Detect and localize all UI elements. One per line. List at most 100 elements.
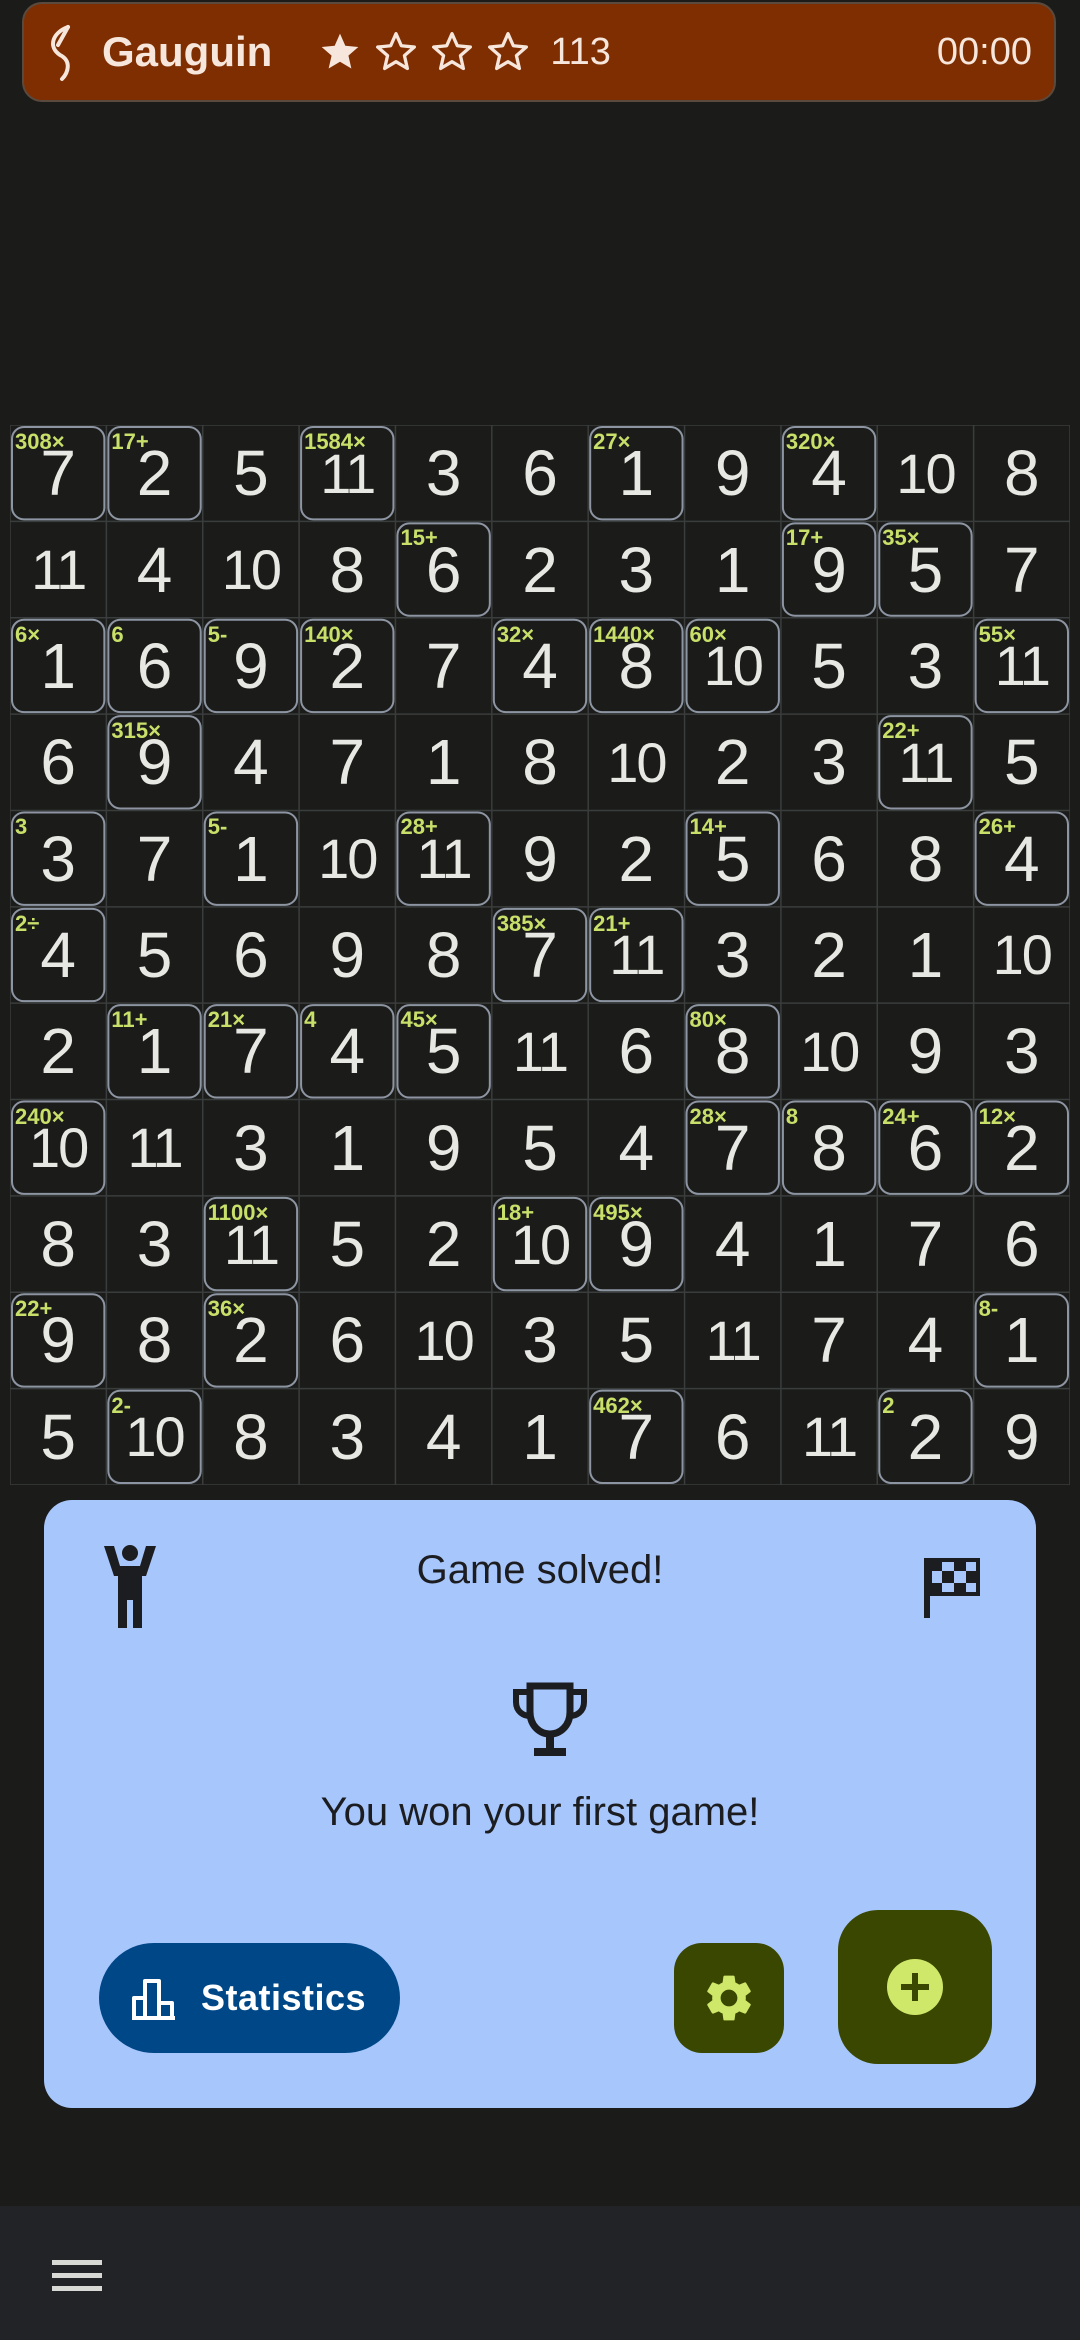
grid-cell[interactable]: 5 — [781, 618, 877, 714]
grid-cell[interactable]: 8 — [10, 1196, 106, 1292]
grid-cell[interactable]: 4 — [877, 1292, 973, 1388]
grid-cell[interactable]: 4 — [106, 521, 202, 617]
grid-cell[interactable]: 11 — [10, 521, 106, 617]
grid-cell[interactable]: 3 — [203, 1100, 299, 1196]
grid-cell[interactable]: 3 — [685, 907, 781, 1003]
cell-value: 10 — [992, 923, 1053, 987]
grid-cell[interactable]: 6 — [10, 714, 106, 810]
grid-cell[interactable]: 8 — [395, 907, 491, 1003]
grid-cell[interactable]: 2 — [395, 1196, 491, 1292]
grid-cell[interactable]: 2 — [10, 1003, 106, 1099]
grid-cell[interactable]: 3 — [781, 714, 877, 810]
cage-label: 462× — [593, 1392, 643, 1418]
grid-cell[interactable]: 3 — [395, 425, 491, 521]
cell-value: 1 — [329, 1111, 366, 1184]
grid-cell[interactable]: 4 — [395, 1389, 491, 1485]
grid-cell[interactable]: 1 — [299, 1100, 395, 1196]
grid-cell[interactable]: 10 — [877, 425, 973, 521]
grid-cell[interactable]: 10 — [974, 907, 1070, 1003]
cell-value: 10 — [607, 730, 667, 794]
cage-label: 28× — [689, 1103, 727, 1129]
grid-cell[interactable]: 3 — [492, 1292, 588, 1388]
grid-cell[interactable]: 8 — [203, 1389, 299, 1485]
grid-cell[interactable]: 3 — [877, 618, 973, 714]
grid-cell[interactable]: 10 — [781, 1003, 877, 1099]
grid-cell[interactable]: 1 — [492, 1389, 588, 1485]
grid-cell[interactable]: 3 — [588, 521, 684, 617]
new-game-button[interactable] — [838, 1910, 992, 2064]
grid-cell[interactable]: 5 — [106, 907, 202, 1003]
cell-value: 4 — [714, 1208, 751, 1281]
cell-value: 10 — [414, 1308, 474, 1372]
grid-cell[interactable]: 11 — [106, 1100, 202, 1196]
grid-cell[interactable]: 2 — [588, 810, 684, 906]
grid-cell[interactable]: 6 — [588, 1003, 684, 1099]
grid-cell[interactable]: 8 — [877, 810, 973, 906]
grid-cell[interactable]: 8 — [974, 425, 1070, 521]
hamburger-menu-icon[interactable] — [50, 2256, 104, 2296]
grid-cell[interactable]: 7 — [877, 1196, 973, 1292]
grid-cell[interactable]: 1 — [877, 907, 973, 1003]
grid-cell[interactable]: 7 — [299, 714, 395, 810]
grid-cell[interactable]: 5 — [588, 1292, 684, 1388]
cell-value: 3 — [714, 918, 751, 991]
grid-cell[interactable]: 11 — [781, 1389, 877, 1485]
grid-cell[interactable]: 9 — [395, 1100, 491, 1196]
grid-cell[interactable]: 4 — [685, 1196, 781, 1292]
grid-cell[interactable]: 3 — [106, 1196, 202, 1292]
grid-cell[interactable]: 6 — [299, 1292, 395, 1388]
grid-cell[interactable]: 9 — [492, 810, 588, 906]
grid-cell[interactable]: 11 — [492, 1003, 588, 1099]
puzzle-grid[interactable]: 7 2 5 11 3 6 1 9 4 10 8 11 4 10 8 6 2 3 1 9 5 7 1 6 9 2 7 4 8 10 5 3 11 6… — [10, 425, 1070, 1485]
grid-cell[interactable]: 6 — [203, 907, 299, 1003]
grid-cell[interactable]: 5 — [203, 425, 299, 521]
grid-cell[interactable]: 8 — [492, 714, 588, 810]
cell-value: 5 — [618, 1304, 655, 1377]
grid-cell[interactable]: 9 — [974, 1389, 1070, 1485]
cage-label: 1584× — [304, 429, 366, 454]
grid-cell[interactable]: 6 — [781, 810, 877, 906]
grid-cell[interactable]: 2 — [492, 521, 588, 617]
grid-cell[interactable]: 1 — [395, 714, 491, 810]
grid-cell[interactable]: 7 — [106, 810, 202, 906]
cell-value: 5 — [1004, 726, 1040, 799]
grid-cell[interactable]: 10 — [395, 1292, 491, 1388]
settings-button[interactable] — [674, 1943, 784, 2053]
grid-cell[interactable]: 11 — [685, 1292, 781, 1388]
grid-cell[interactable]: 7 — [974, 521, 1070, 617]
grid-cell[interactable]: 6 — [492, 425, 588, 521]
cell-value: 6 — [329, 1304, 366, 1377]
grid-cell[interactable]: 7 — [395, 618, 491, 714]
grid-cell[interactable]: 6 — [685, 1389, 781, 1485]
grid-cell[interactable]: 1 — [685, 521, 781, 617]
grid-cell[interactable]: 9 — [685, 425, 781, 521]
grid-cells: 7 2 5 11 3 6 1 9 4 10 8 11 4 10 8 6 2 3 1 9 5 7 1 6 9 2 7 4 8 10 5 3 11 6… — [10, 425, 1070, 1485]
grid-cell[interactable]: 10 — [203, 521, 299, 617]
grid-cell[interactable]: 9 — [877, 1003, 973, 1099]
star-outline-icon — [488, 32, 529, 71]
grid-cell[interactable]: 2 — [781, 907, 877, 1003]
cell-value: 4 — [329, 1015, 366, 1088]
grid-cell[interactable]: 2 — [685, 714, 781, 810]
grid-cell[interactable]: 10 — [588, 714, 684, 810]
checkered-flag-icon — [924, 1558, 980, 1618]
grid-cell[interactable]: 3 — [974, 1003, 1070, 1099]
cell-value: 3 — [618, 533, 655, 606]
grid-cell[interactable]: 7 — [781, 1292, 877, 1388]
grid-cell[interactable]: 8 — [299, 521, 395, 617]
grid-cell[interactable]: 1 — [781, 1196, 877, 1292]
cell-value: 8 — [907, 822, 944, 895]
grid-cell[interactable]: 5 — [299, 1196, 395, 1292]
grid-cell[interactable]: 10 — [299, 810, 395, 906]
grid-cell[interactable]: 6 — [974, 1196, 1070, 1292]
grid-cell[interactable]: 5 — [974, 714, 1070, 810]
grid-cell[interactable]: 5 — [492, 1100, 588, 1196]
grid-cell[interactable]: 9 — [299, 907, 395, 1003]
grid-cell[interactable]: 4 — [588, 1100, 684, 1196]
grid-cell[interactable]: 5 — [10, 1389, 106, 1485]
statistics-button[interactable]: Statistics — [99, 1943, 400, 2053]
grid-cell[interactable]: 8 — [106, 1292, 202, 1388]
grid-cell[interactable]: 3 — [299, 1389, 395, 1485]
cell-value: 1 — [425, 726, 462, 799]
grid-cell[interactable]: 4 — [203, 714, 299, 810]
